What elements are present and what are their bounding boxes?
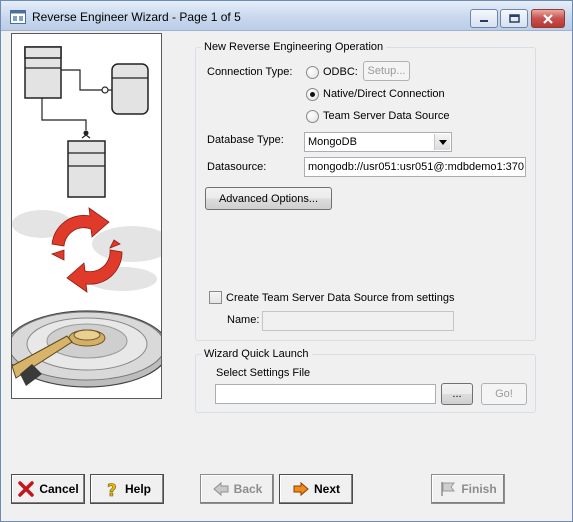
finish-button[interactable]: Finish	[431, 474, 505, 504]
dropdown-arrow[interactable]	[434, 134, 450, 150]
settings-file-input[interactable]	[215, 384, 436, 404]
svg-text:?: ?	[107, 481, 117, 498]
chevron-down-icon	[438, 139, 447, 145]
title-bar: Reverse Engineer Wizard - Page 1 of 5	[1, 1, 572, 31]
database-type-value: MongoDB	[308, 136, 357, 148]
next-button[interactable]: Next	[279, 474, 353, 504]
name-label: Name:	[227, 314, 260, 326]
datasource-input[interactable]: mongodb://usr051:usr051@:mdbdemo1:370	[304, 157, 526, 177]
connection-type-label: Connection Type:	[207, 66, 293, 78]
odbc-radio[interactable]	[306, 66, 319, 79]
back-button[interactable]: Back	[200, 474, 274, 504]
operation-group-legend: New Reverse Engineering Operation	[201, 40, 387, 54]
native-direct-radio[interactable]	[306, 88, 319, 101]
odbc-label[interactable]: ODBC:	[323, 65, 358, 79]
native-direct-label[interactable]: Native/Direct Connection	[323, 87, 445, 101]
maximize-icon	[508, 14, 520, 23]
app-icon	[10, 10, 26, 24]
settings-file-label: Select Settings File	[216, 367, 311, 379]
maximize-button[interactable]	[500, 9, 528, 28]
create-team-server-checkbox[interactable]	[209, 291, 222, 304]
name-input[interactable]	[262, 311, 454, 331]
team-server-radio[interactable]	[306, 110, 319, 123]
go-button[interactable]: Go!	[481, 383, 527, 405]
cancel-label: Cancel	[39, 482, 79, 496]
wizard-illustration	[11, 33, 162, 399]
next-arrow-icon	[293, 481, 309, 497]
team-server-label[interactable]: Team Server Data Source	[323, 109, 450, 123]
datasource-label: Datasource:	[207, 161, 267, 173]
database-type-select[interactable]: MongoDB	[304, 132, 452, 152]
close-icon	[543, 13, 553, 24]
finish-label: Finish	[461, 482, 497, 496]
create-team-server-label[interactable]: Create Team Server Data Source from sett…	[226, 291, 454, 305]
advanced-options-button[interactable]: Advanced Options...	[205, 187, 332, 210]
quick-launch-legend: Wizard Quick Launch	[201, 347, 312, 361]
database-type-label: Database Type:	[207, 134, 284, 146]
help-question-icon: ?	[107, 481, 117, 498]
back-label: Back	[233, 482, 263, 496]
setup-button[interactable]: Setup...	[363, 61, 410, 81]
help-label: Help	[124, 482, 151, 496]
cancel-button[interactable]: Cancel	[11, 474, 85, 504]
next-label: Next	[313, 482, 340, 496]
back-arrow-icon	[212, 481, 229, 497]
finish-flag-icon	[441, 482, 456, 496]
reverse-engineer-illustration	[12, 46, 161, 388]
close-button[interactable]	[531, 9, 565, 28]
cancel-x-icon	[18, 481, 35, 497]
window-title: Reverse Engineer Wizard - Page 1 of 5	[32, 10, 241, 24]
help-button[interactable]: ? Help	[90, 474, 164, 504]
wizard-window: Reverse Engineer Wizard - Page 1 of 5 Ne…	[0, 0, 573, 522]
browse-button[interactable]: ...	[441, 383, 473, 405]
minimize-button[interactable]	[470, 9, 498, 28]
minimize-icon	[480, 19, 488, 22]
